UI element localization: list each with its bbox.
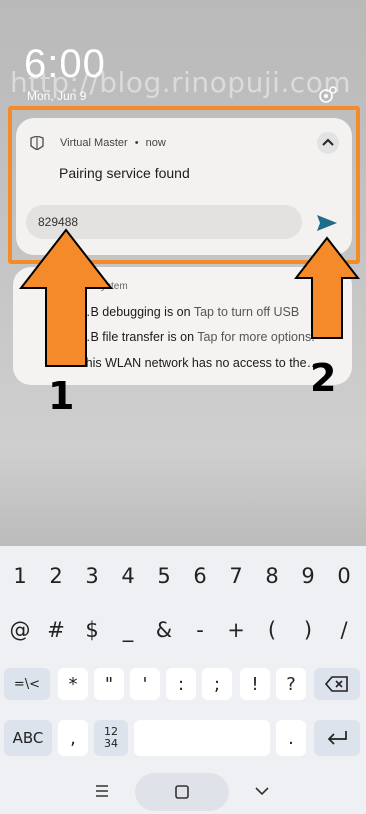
key-asterisk[interactable]: * — [58, 668, 88, 700]
key-close-paren[interactable]: ) — [291, 610, 325, 650]
back-icon[interactable] — [252, 782, 272, 800]
key-at[interactable]: @ — [3, 610, 37, 650]
key-semicolon[interactable]: ; — [202, 668, 232, 700]
arrow-up-1-icon — [18, 228, 114, 367]
key-double-quote[interactable]: " — [94, 668, 124, 700]
key-exclamation[interactable]: ! — [240, 668, 270, 700]
annotation-label-1: 1 — [48, 374, 75, 418]
key-minus[interactable]: - — [183, 610, 217, 650]
key-2[interactable]: 2 — [39, 556, 73, 596]
key-more-symbols[interactable]: =\< — [4, 668, 50, 700]
key-single-quote[interactable]: ' — [130, 668, 160, 700]
key-comma[interactable]: , — [58, 720, 88, 756]
space-key[interactable] — [134, 720, 270, 756]
key-plus[interactable]: + — [219, 610, 253, 650]
key-colon[interactable]: : — [166, 668, 196, 700]
numpad-bottom-label: 34 — [104, 737, 118, 750]
arrow-up-2-icon — [294, 236, 360, 339]
row-title: This WLAN network has no access to the… — [78, 356, 320, 370]
key-dollar[interactable]: $ — [75, 610, 109, 650]
key-slash[interactable]: / — [327, 610, 361, 650]
key-period[interactable]: . — [276, 720, 306, 756]
key-1[interactable]: 1 — [3, 556, 37, 596]
key-abc[interactable]: ABC — [4, 720, 52, 756]
row-detail: Tap to turn off USB — [190, 305, 300, 319]
square-icon — [173, 783, 191, 801]
key-6[interactable]: 6 — [183, 556, 217, 596]
key-5[interactable]: 5 — [147, 556, 181, 596]
menu-icon[interactable] — [92, 782, 112, 800]
backspace-key[interactable] — [314, 668, 360, 700]
key-question[interactable]: ? — [276, 668, 306, 700]
enter-icon — [327, 731, 347, 745]
watermark: http://blog.rinopuji.com — [10, 66, 352, 99]
key-4[interactable]: 4 — [111, 556, 145, 596]
key-7[interactable]: 7 — [219, 556, 253, 596]
enter-key[interactable] — [314, 720, 360, 756]
settings-icon[interactable] — [316, 84, 338, 106]
key-open-paren[interactable]: ( — [255, 610, 289, 650]
key-numpad-toggle[interactable]: 12 34 — [94, 720, 128, 756]
key-3[interactable]: 3 — [75, 556, 109, 596]
key-0[interactable]: 0 — [327, 556, 361, 596]
key-hash[interactable]: # — [39, 610, 73, 650]
key-9[interactable]: 9 — [291, 556, 325, 596]
key-underscore[interactable]: _ — [111, 610, 145, 650]
annotation-label-2: 2 — [310, 356, 337, 400]
key-ampersand[interactable]: & — [147, 610, 181, 650]
system-notification-row[interactable]: This WLAN network has no access to the… — [78, 356, 348, 370]
key-8[interactable]: 8 — [255, 556, 289, 596]
backspace-icon — [325, 676, 348, 692]
